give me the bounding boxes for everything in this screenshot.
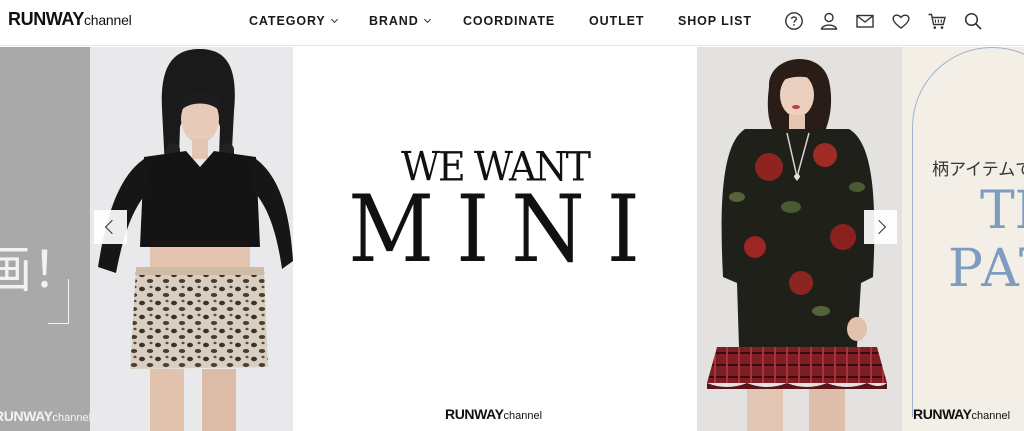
nav-brand[interactable]: BRAND bbox=[369, 14, 431, 28]
site-header: RUNWAYchannel CATEGORY BRAND COORDINATE … bbox=[0, 0, 1024, 46]
nav-outlet[interactable]: OUTLET bbox=[589, 14, 644, 28]
heart-icon[interactable] bbox=[890, 10, 912, 32]
chevron-down-icon bbox=[423, 15, 431, 24]
slide-logo-suffix: channel bbox=[503, 410, 543, 422]
nav-category-label: CATEGORY bbox=[249, 14, 326, 28]
nav-coordinate-label: COORDINATE bbox=[463, 14, 556, 28]
slide-logo-wordmark: RUNWAY bbox=[445, 406, 504, 422]
slide-logo: RUNWAYchannel bbox=[0, 409, 90, 425]
slide-logo-wordmark: RUNWAY bbox=[913, 406, 972, 422]
help-icon[interactable] bbox=[783, 10, 805, 32]
site-logo[interactable]: RUNWAYchannel bbox=[8, 10, 132, 29]
hero-carousel[interactable]: 画！ RUNWAYchannel bbox=[0, 47, 1024, 431]
user-icon[interactable] bbox=[818, 10, 840, 32]
decorative-line bbox=[48, 323, 69, 324]
slide-logo: RUNWAYchannel bbox=[913, 407, 1010, 423]
slide-logo-wordmark: RUNWAY bbox=[0, 408, 53, 424]
slide-logo: RUNWAYchannel bbox=[445, 407, 542, 423]
slide-big-text-line-1: TH bbox=[980, 181, 1024, 241]
nav-category[interactable]: CATEGORY bbox=[249, 14, 338, 28]
nav-coordinate[interactable]: COORDINATE bbox=[463, 14, 555, 28]
slide-headline-main: MINI bbox=[348, 175, 662, 283]
carousel-next-button[interactable] bbox=[864, 210, 897, 244]
slide-next-pattern[interactable]: 柄アイテムで TH PAT RUNWAYchannel bbox=[902, 47, 1024, 431]
carousel-prev-button[interactable] bbox=[94, 210, 127, 244]
search-icon[interactable] bbox=[962, 10, 984, 32]
chevron-down-icon bbox=[330, 15, 338, 24]
slide-logo-suffix: channel bbox=[52, 412, 90, 424]
nav-brand-label: BRAND bbox=[369, 14, 419, 28]
nav-shop-list[interactable]: SHOP LIST bbox=[678, 14, 752, 28]
cart-icon[interactable] bbox=[926, 10, 948, 32]
mail-icon[interactable] bbox=[854, 10, 876, 32]
slide-previous-text[interactable]: 画！ RUNWAYchannel bbox=[0, 47, 90, 431]
logo-suffix: channel bbox=[83, 12, 132, 28]
slide-logo-suffix: channel bbox=[971, 410, 1011, 422]
nav-shop-list-label: SHOP LIST bbox=[678, 14, 752, 28]
slide-big-text-line-2: PAT bbox=[948, 239, 1024, 299]
logo-wordmark: RUNWAY bbox=[8, 9, 84, 29]
decorative-line bbox=[68, 279, 69, 323]
slide-current-we-want-mini[interactable]: WE WANT MINI RUNWAYchannel bbox=[293, 47, 697, 431]
nav-outlet-label: OUTLET bbox=[589, 14, 645, 28]
slide-jp-text: 柄アイテムで bbox=[932, 160, 1024, 180]
slide-big-text: 画！ bbox=[0, 241, 82, 299]
